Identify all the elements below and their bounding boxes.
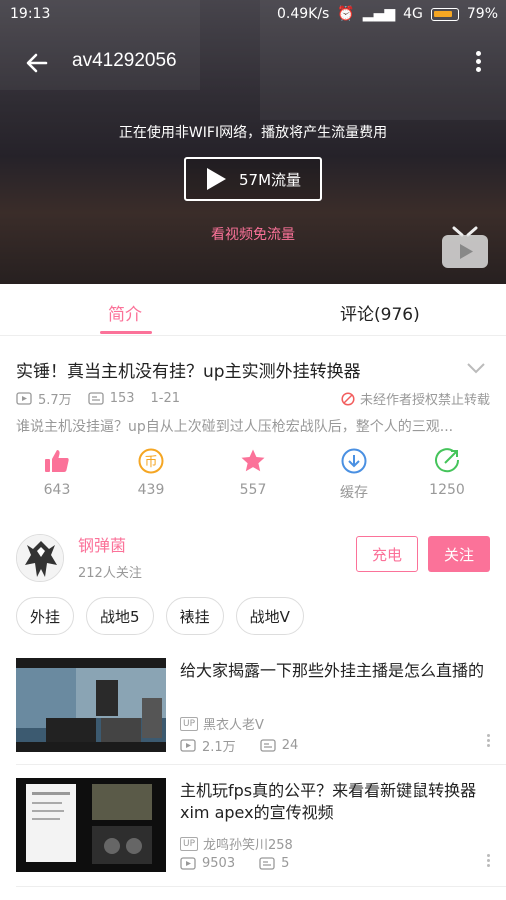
action-bar: 643 币 439 557 缓存 1250 [0, 448, 506, 508]
tab-bar: 简介 评论(976) [0, 284, 506, 336]
share-icon [435, 448, 460, 473]
related-uploader-name: 龙鸣孙笑川258 [203, 838, 293, 853]
view-count: 5.7万 [38, 393, 72, 408]
related-uploader: UP 黑衣人老V [180, 714, 264, 733]
favorite-button[interactable]: 557 [213, 448, 293, 498]
related-danmaku-count: 5 [281, 856, 290, 871]
item-more-button[interactable] [484, 852, 492, 869]
video-thumbnail [16, 778, 166, 872]
divider [16, 886, 506, 887]
views-icon [180, 739, 196, 752]
danmaku-icon [260, 739, 276, 752]
cache-button[interactable]: 缓存 [314, 448, 394, 502]
repost-warning: 未经作者授权禁止转载 [341, 389, 490, 408]
uploader-name[interactable]: 钢弹菌 [78, 532, 126, 556]
play-with-data-button[interactable]: 57M流量 [184, 157, 322, 201]
share-count: 1250 [429, 482, 465, 498]
network-type: 4G [403, 6, 423, 22]
coin-button[interactable]: 币 439 [111, 448, 191, 498]
more-options-button[interactable] [472, 48, 484, 78]
video-title: 实锤！真当主机没有挂？up主实测外挂转换器 [16, 362, 361, 382]
free-data-link[interactable]: 看视频免流量 [0, 224, 506, 244]
tab-comments[interactable]: 评论(976) [340, 300, 420, 325]
related-stats: 9503 5 [180, 856, 289, 871]
uploader-section: 钢弹菌 212人关注 充电 关注 [0, 528, 506, 588]
data-usage-notice: 正在使用非WIFI网络，播放将产生流量费用 [118, 125, 388, 141]
related-view-count: 2.1万 [202, 740, 236, 755]
video-thumbnail [16, 658, 166, 752]
views-icon [180, 857, 196, 870]
divider [16, 764, 506, 765]
video-description[interactable]: 谁说主机没挂逼？up自从上次碰到过人压枪宏战队后，整个人的三观... [16, 416, 494, 436]
tv-cast-icon[interactable] [440, 226, 490, 274]
active-tab-indicator [100, 331, 152, 334]
like-icon [45, 450, 69, 472]
publish-date: 1-21 [150, 391, 181, 406]
gundam-avatar-icon [17, 535, 63, 581]
battery-level: 79% [466, 6, 498, 22]
danmaku-icon [259, 857, 275, 870]
danmaku-count: 153 [109, 391, 135, 406]
play-data-label: 57M流量 [238, 170, 302, 189]
uploader-followers: 212人关注 [78, 566, 142, 581]
battery-icon [430, 7, 459, 21]
tag-chip[interactable]: 外挂 [16, 597, 75, 635]
related-video-title: 主机玩fps真的公平？来看看新键鼠转换器xim apex的宣传视频 [180, 781, 477, 822]
tag-chip[interactable]: 裱挂 [165, 597, 224, 635]
status-time: 19:13 [10, 6, 51, 22]
tag-chip[interactable]: 战地V [235, 597, 304, 635]
video-id-title: av41292056 [72, 50, 177, 71]
related-danmaku-count: 24 [281, 738, 299, 753]
tab-intro[interactable]: 简介 [108, 300, 142, 325]
video-meta: 5.7万 153 1-21 [16, 389, 180, 408]
charge-button[interactable]: 充电 [356, 536, 418, 572]
cache-label: 缓存 [340, 485, 368, 501]
prohibited-icon [341, 391, 355, 406]
views-icon [16, 392, 32, 405]
up-badge: UP [180, 836, 199, 851]
tag-chip[interactable]: 战地5 [86, 597, 154, 635]
status-bar: 19:13 0.49K/s ⏰ ▂▄▆ 4G 79% [0, 0, 506, 28]
play-icon [206, 168, 226, 190]
related-video-item[interactable]: 给大家揭露一下那些外挂主播是怎么直播的 UP 黑衣人老V 2.1万 24 [0, 650, 506, 758]
back-arrow-icon [26, 53, 48, 73]
uploader-avatar[interactable] [16, 534, 64, 582]
signal-icon: ▂▄▆ [362, 6, 396, 22]
favorite-count: 557 [239, 482, 267, 498]
like-count: 643 [43, 482, 71, 498]
related-stats: 2.1万 24 [180, 736, 298, 755]
related-video-title: 给大家揭露一下那些外挂主播是怎么直播的 [180, 661, 485, 680]
follow-button[interactable]: 关注 [428, 536, 490, 572]
tag-list: 外挂 战地5 裱挂 战地V [16, 597, 304, 635]
back-button[interactable] [22, 48, 52, 78]
coin-count: 439 [137, 482, 165, 498]
repost-warning-text: 未经作者授权禁止转载 [359, 393, 490, 408]
related-video-item[interactable]: 主机玩fps真的公平？来看看新键鼠转换器xim apex的宣传视频 UP 龙鸣孙… [0, 770, 506, 878]
related-uploader: UP 龙鸣孙笑川258 [180, 834, 293, 853]
video-topbar: av41292056 [0, 38, 506, 88]
danmaku-icon [88, 392, 104, 405]
expand-chevron-icon[interactable] [466, 360, 486, 379]
download-icon [341, 448, 367, 474]
like-button[interactable]: 643 [17, 448, 97, 498]
related-uploader-name: 黑衣人老V [203, 718, 264, 733]
star-icon [241, 449, 265, 472]
alarm-icon: ⏰ [337, 6, 355, 22]
related-view-count: 9503 [202, 856, 236, 871]
up-badge: UP [180, 716, 199, 731]
svg-text:币: 币 [144, 455, 157, 470]
network-speed: 0.49K/s [276, 6, 330, 22]
share-button[interactable]: 1250 [407, 448, 487, 498]
item-more-button[interactable] [484, 732, 492, 749]
coin-icon: 币 [138, 448, 164, 474]
